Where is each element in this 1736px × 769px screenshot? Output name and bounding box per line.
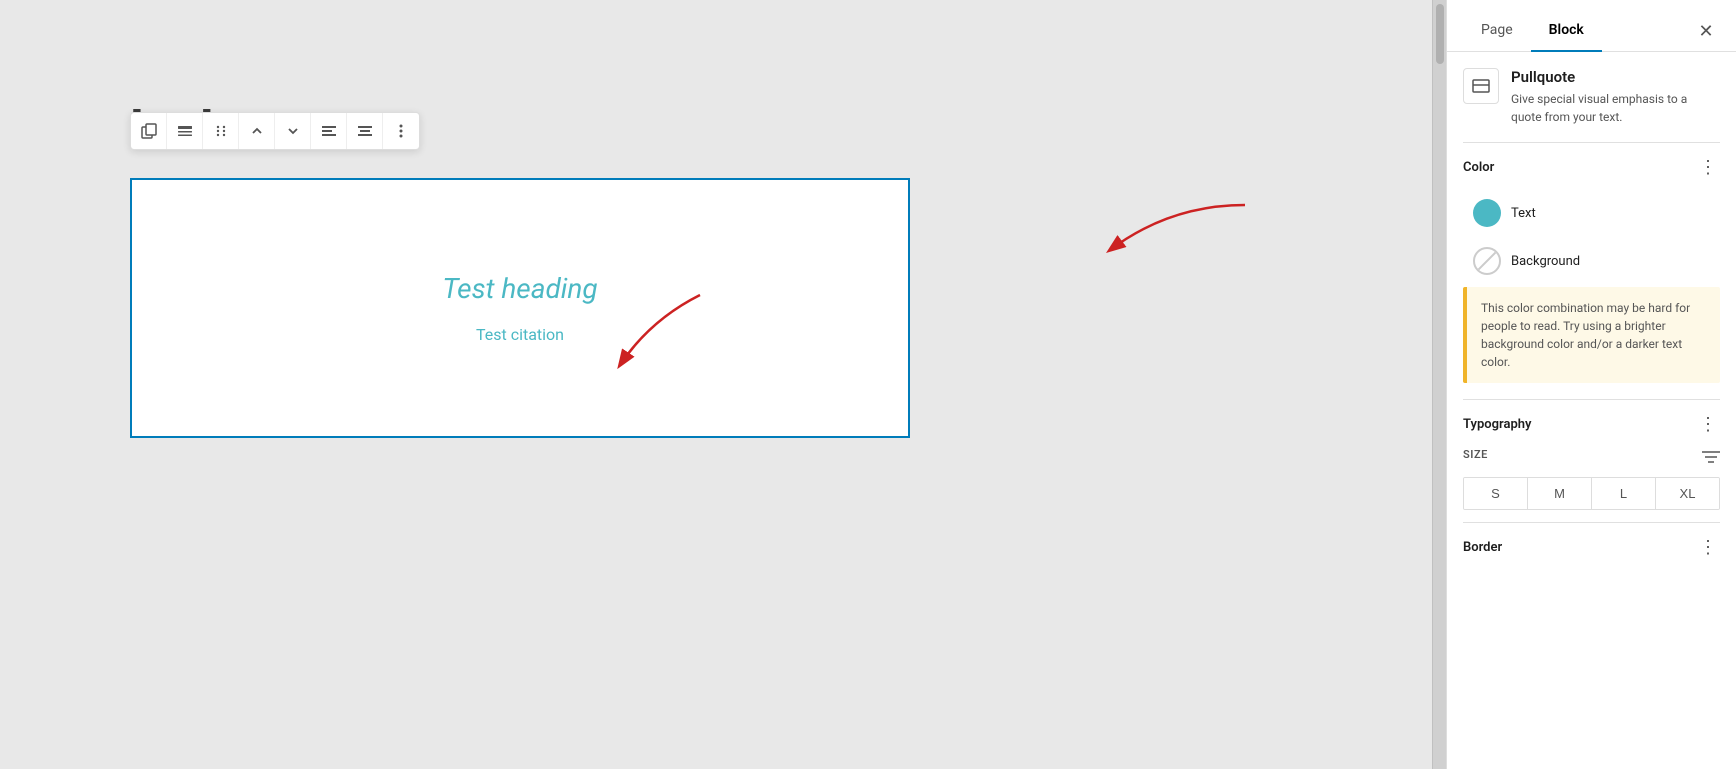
typography-section-header: Typography ⋮ [1463, 412, 1720, 436]
size-xl-button[interactable]: XL [1656, 478, 1719, 509]
size-m-button[interactable]: M [1528, 478, 1592, 509]
tab-block[interactable]: Block [1531, 12, 1602, 52]
color-warning-box: This color combination may be hard for p… [1463, 287, 1720, 383]
align-left-button[interactable] [311, 113, 347, 149]
text-color-label: Text [1511, 206, 1536, 221]
block-info: Pullquote Give special visual emphasis t… [1511, 68, 1720, 126]
size-s-button[interactable]: S [1464, 478, 1528, 509]
divider-2 [1463, 399, 1720, 400]
warning-text: This color combination may be hard for p… [1481, 301, 1690, 369]
pullquote-heading[interactable]: Test heading [442, 272, 597, 305]
typography-section-title: Typography [1463, 417, 1532, 432]
editor-area: lock [0, 0, 1432, 769]
sidebar-tabs: Page Block [1463, 12, 1602, 51]
block-name-section: Pullquote Give special visual emphasis t… [1463, 68, 1720, 126]
text-color-circle [1473, 199, 1501, 227]
border-section-title: Border [1463, 540, 1502, 555]
move-down-button[interactable] [275, 113, 311, 149]
divider-3 [1463, 522, 1720, 523]
background-color-option[interactable]: Background [1463, 239, 1720, 283]
color-section-header: Color ⋮ [1463, 155, 1720, 179]
color-section-title: Color [1463, 160, 1494, 175]
border-section-header: Border ⋮ [1463, 535, 1720, 559]
tab-page[interactable]: Page [1463, 12, 1531, 52]
sidebar-content: Pullquote Give special visual emphasis t… [1447, 52, 1736, 769]
editor-scrollbar[interactable] [1432, 0, 1446, 769]
pullquote-block[interactable]: Test heading Test citation [130, 178, 910, 438]
sidebar-close-button[interactable]: ✕ [1692, 18, 1720, 46]
border-more-button[interactable]: ⋮ [1696, 535, 1720, 559]
copy-button[interactable] [131, 113, 167, 149]
move-up-button[interactable] [239, 113, 275, 149]
more-options-button[interactable] [383, 113, 419, 149]
typography-more-button[interactable]: ⋮ [1696, 412, 1720, 436]
sidebar-panel: Page Block ✕ Pullquote Give special visu… [1446, 0, 1736, 769]
block-type-button[interactable] [167, 113, 203, 149]
arrow-text-annotation [1050, 195, 1250, 275]
size-filter-icon[interactable] [1702, 449, 1720, 468]
scrollbar-thumb[interactable] [1436, 4, 1444, 64]
align-center-button[interactable] [347, 113, 383, 149]
pullquote-icon [1463, 68, 1499, 104]
sidebar-header: Page Block ✕ [1447, 0, 1736, 52]
pullquote-citation[interactable]: Test citation [476, 325, 564, 344]
background-color-label: Background [1511, 254, 1580, 269]
size-label-row: SIZE [1463, 448, 1720, 469]
block-toolbar [130, 112, 420, 150]
divider-1 [1463, 142, 1720, 143]
size-label: SIZE [1463, 448, 1488, 461]
block-name-label: Pullquote [1511, 68, 1720, 86]
drag-handle-button[interactable] [203, 113, 239, 149]
size-l-button[interactable]: L [1592, 478, 1656, 509]
text-color-option[interactable]: Text [1463, 191, 1720, 235]
block-description: Give special visual emphasis to a quote … [1511, 90, 1720, 126]
size-buttons-group: S M L XL [1463, 477, 1720, 510]
color-more-button[interactable]: ⋮ [1696, 155, 1720, 179]
background-color-circle [1473, 247, 1501, 275]
